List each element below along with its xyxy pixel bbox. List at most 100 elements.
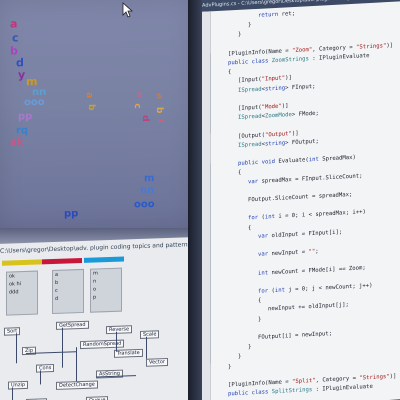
code-line[interactable]: int newCount = FMode[i] == Zoom; — [258, 265, 366, 277]
code-token: , Category = — [315, 375, 360, 384]
rendered-glyph: a — [154, 92, 164, 100]
code-line[interactable]: ISpread<string> FOutput; — [238, 138, 319, 148]
photo-of-monitor: a c b d y m nn ooo pp rq ak a b a c d a b c m nn ooo pp C:\Use… — [0, 0, 400, 400]
rendered-glyph: d — [140, 115, 150, 122]
code-token: for — [258, 288, 269, 295]
code-token: } — [248, 344, 252, 351]
code-token: } — [258, 316, 262, 323]
code-token: "Strings" — [359, 373, 390, 382]
value-column-0[interactable]: ok ok hi ddd — [6, 270, 38, 316]
patch-node[interactable]: RandomSpread — [80, 339, 125, 350]
patch-node[interactable]: Cons — [36, 363, 55, 373]
rendered-glyph: nn — [140, 185, 155, 197]
code-token: int — [258, 269, 269, 277]
code-line[interactable]: [Input("Mode")] — [238, 103, 289, 112]
code-line[interactable]: } — [248, 22, 251, 28]
code-token: var — [248, 178, 259, 185]
patch-node[interactable]: Sort — [4, 327, 21, 336]
color-bar — [2, 259, 42, 266]
code-token: ret; — [278, 10, 296, 18]
rendered-glyph: pp — [18, 111, 33, 123]
rendered-glyph: ooo — [24, 96, 45, 109]
code-line[interactable]: ISpread<string> FInput; — [238, 83, 315, 93]
code-token: int — [274, 287, 285, 294]
code-token: [Input( — [238, 104, 262, 112]
code-token: "Output" — [264, 130, 292, 139]
code-line[interactable]: } — [238, 354, 241, 360]
code-token: )] — [389, 373, 397, 380]
code-editor-title: AdvPlugins.cs - C:\Users\gregor\Desktop\… — [198, 0, 400, 13]
code-line[interactable]: [Input("Input")] — [238, 75, 292, 84]
code-line[interactable]: public void Evaluate(int SpreadMax) — [238, 155, 356, 167]
code-token: } — [238, 354, 242, 361]
code-line[interactable]: } — [258, 316, 261, 322]
code-token: "Mode" — [261, 103, 282, 111]
code-token: > FInput; — [285, 83, 316, 92]
code-line[interactable]: { — [248, 225, 251, 231]
patch-node[interactable]: Reverse — [106, 325, 133, 335]
patch-node[interactable]: GetSpread — [56, 320, 89, 330]
rendered-glyph: b — [86, 104, 96, 111]
code-token: ZoomMode — [264, 112, 292, 120]
patch-node[interactable]: DetectChange — [56, 380, 98, 390]
patch-link — [40, 370, 41, 385]
code-token: for — [248, 215, 259, 222]
code-token: "Zoom" — [292, 46, 313, 54]
code-line[interactable]: return ret; — [258, 11, 295, 19]
code-token: } — [228, 363, 232, 371]
code-token: : IPluginEvaluate — [308, 53, 370, 63]
code-token: ISpread — [238, 113, 262, 122]
code-line[interactable]: var newInput = ""; — [258, 249, 319, 258]
code-token: i = 0; i < spreadMax; i++) — [274, 209, 366, 221]
code-line[interactable]: var oldInput = FInput[i]; — [258, 229, 342, 239]
code-token: { — [228, 69, 232, 76]
rendered-glyph: c — [132, 103, 142, 109]
code-token: } — [248, 22, 252, 29]
code-token: ISpread — [238, 141, 262, 149]
code-line[interactable]: { — [228, 69, 231, 75]
code-token: int — [264, 214, 275, 221]
code-line[interactable]: FOutput.SliceCount = spreadMax; — [248, 192, 352, 203]
patch-node[interactable]: Queue — [86, 396, 109, 400]
rendered-glyph: a — [84, 92, 94, 99]
value-column-2[interactable]: mnop — [90, 267, 122, 313]
patch-link — [146, 336, 147, 359]
code-line[interactable]: } — [238, 32, 241, 38]
code-line[interactable]: var spreadMax = FInput.SliceCount; — [248, 173, 363, 185]
patch-node[interactable]: Scale — [140, 330, 160, 339]
code-token: newCount = FMode[i] == Zoom; — [268, 264, 366, 276]
code-token: > FMode; — [291, 110, 319, 119]
rendered-glyph: a — [10, 17, 18, 31]
code-token: newInput = — [268, 249, 309, 258]
code-line[interactable]: newInput += oldInput[j]; — [268, 302, 349, 312]
code-line[interactable]: } — [228, 364, 231, 370]
code-token: )] — [291, 130, 299, 137]
code-token: { — [258, 297, 262, 305]
value-column-1[interactable]: abcd — [52, 268, 84, 315]
patch-editor-window: C:\Users\gregor\Desktop\adv. plugin codi… — [0, 236, 208, 400]
code-token: return — [258, 11, 279, 19]
code-token: ; — [315, 248, 319, 256]
code-token: ( — [268, 287, 275, 295]
patch-link — [16, 333, 17, 364]
patch-node[interactable]: Vector — [146, 357, 168, 367]
patch-node[interactable]: Unzip — [8, 380, 29, 390]
patch-node[interactable]: Translate — [114, 348, 143, 358]
code-line[interactable]: for (int i = 0; i < spreadMax; i++) — [248, 210, 366, 222]
code-line[interactable]: ISpread<ZoomMode> FMode; — [238, 111, 319, 121]
color-bar — [84, 256, 124, 263]
code-token: [PluginInfo(Name = — [228, 379, 292, 389]
code-line[interactable]: FOutput[i] = newInput; — [258, 331, 332, 341]
code-token: ZoomStrings — [268, 56, 309, 65]
code-line[interactable]: for (int j = 0; j < newCount; j++) — [258, 283, 373, 295]
code-line[interactable]: { — [258, 298, 261, 304]
rendered-glyph: c — [12, 31, 19, 45]
rendered-glyph: c — [156, 118, 166, 125]
code-token: j = 0; j < newCount; j++) — [284, 282, 373, 294]
code-line[interactable]: [Output("Output")] — [238, 130, 299, 139]
code-line[interactable]: } — [248, 344, 251, 350]
code-token: FOutput[i] = newInput; — [258, 330, 333, 341]
renderer-window: a c b d y m nn ooo pp rq ak a b a c d a b c m nn ooo pp — [0, 0, 201, 234]
code-token: [Input( — [238, 77, 262, 85]
code-line[interactable]: { — [238, 170, 241, 176]
